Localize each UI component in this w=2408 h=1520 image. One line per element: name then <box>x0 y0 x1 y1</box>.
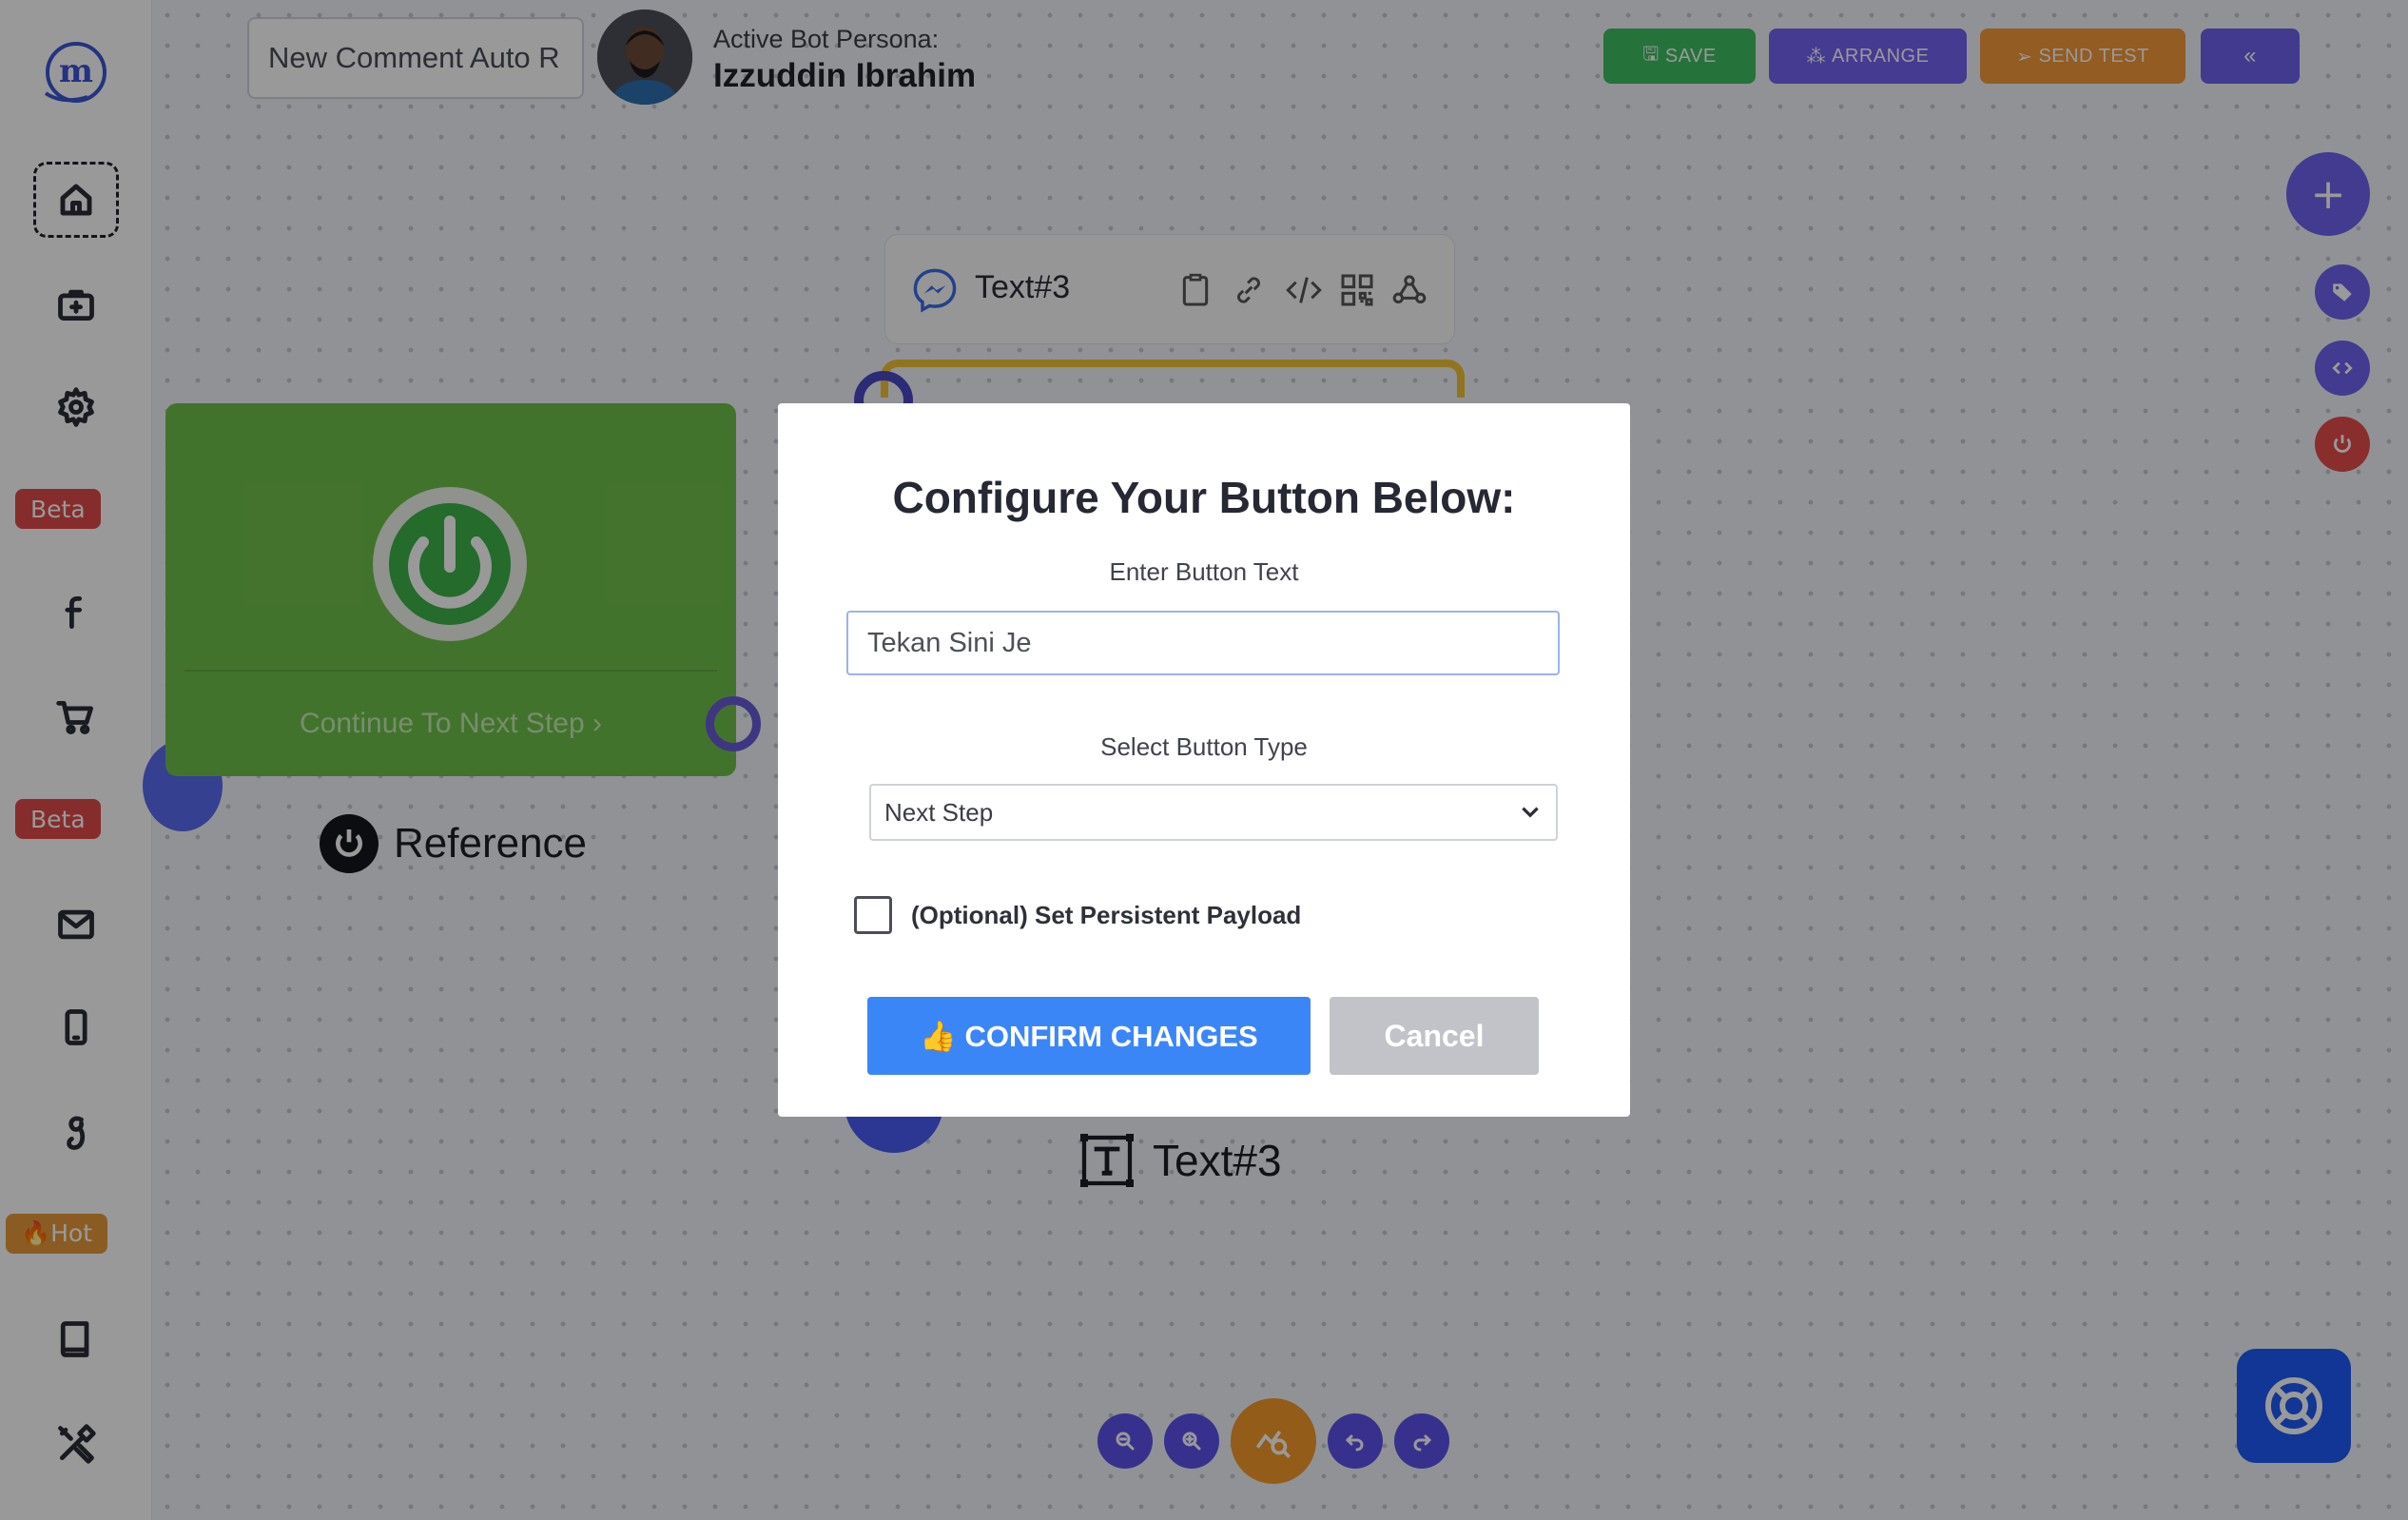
persistent-payload-checkbox[interactable] <box>854 896 892 934</box>
button-text-label: Enter Button Text <box>1109 557 1299 586</box>
button-type-value: Next Step <box>884 797 994 827</box>
chevron-down-icon <box>1522 807 1539 818</box>
cancel-button[interactable]: Cancel <box>1330 997 1539 1075</box>
button-type-label: Select Button Type <box>1100 732 1308 761</box>
dialog-title: Configure Your Button Below: <box>892 473 1516 522</box>
confirm-changes-button[interactable]: 👍 CONFIRM CHANGES <box>867 997 1311 1075</box>
configure-button-dialog: Configure Your Button Below: Enter Butto… <box>778 403 1630 1117</box>
button-type-select[interactable]: Next Step <box>869 784 1558 841</box>
persistent-payload-label: (Optional) Set Persistent Payload <box>911 900 1302 929</box>
persistent-payload-row: (Optional) Set Persistent Payload <box>854 896 1301 934</box>
button-text-input[interactable] <box>846 611 1560 675</box>
